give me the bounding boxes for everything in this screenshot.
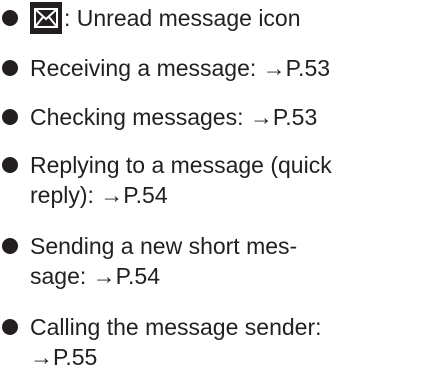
receiving-message-text: Receiving a message: →P.53	[30, 55, 331, 81]
bullet-icon	[2, 109, 18, 125]
envelope-icon	[34, 8, 58, 28]
list-item-checking: Checking messages: →P.53	[0, 102, 421, 132]
sending-text-line1: Sending a new short mes-	[30, 233, 298, 259]
list-item-sending: Sending a new short mes- sage: →P.54	[0, 231, 421, 291]
list-item-calling: Calling the message sender: →P.55	[0, 312, 421, 372]
bullet-icon	[2, 157, 18, 173]
list-item-receiving: Receiving a message: →P.53	[0, 53, 421, 83]
calling-text-line1: Calling the message sender:	[30, 314, 322, 340]
list-item-unread-icon: : Unread message icon	[0, 0, 421, 45]
replying-text-line1: Replying to a message (quick	[30, 152, 332, 178]
bullet-icon	[2, 319, 18, 335]
reference-list: : Unread message icon Receiving a messag…	[0, 0, 421, 372]
list-item-replying: Replying to a message (quick reply): →P.…	[0, 150, 421, 210]
checking-messages-text: Checking messages: →P.53	[30, 104, 318, 130]
bullet-icon	[2, 238, 18, 254]
bullet-icon	[2, 60, 18, 76]
sending-text-line2: sage: →P.54	[30, 263, 161, 289]
unread-message-icon	[30, 2, 62, 34]
replying-text-line2: reply): →P.54	[30, 182, 168, 208]
calling-text-line2: →P.55	[30, 344, 98, 370]
unread-icon-description: : Unread message icon	[64, 5, 301, 31]
bullet-icon	[2, 10, 18, 26]
